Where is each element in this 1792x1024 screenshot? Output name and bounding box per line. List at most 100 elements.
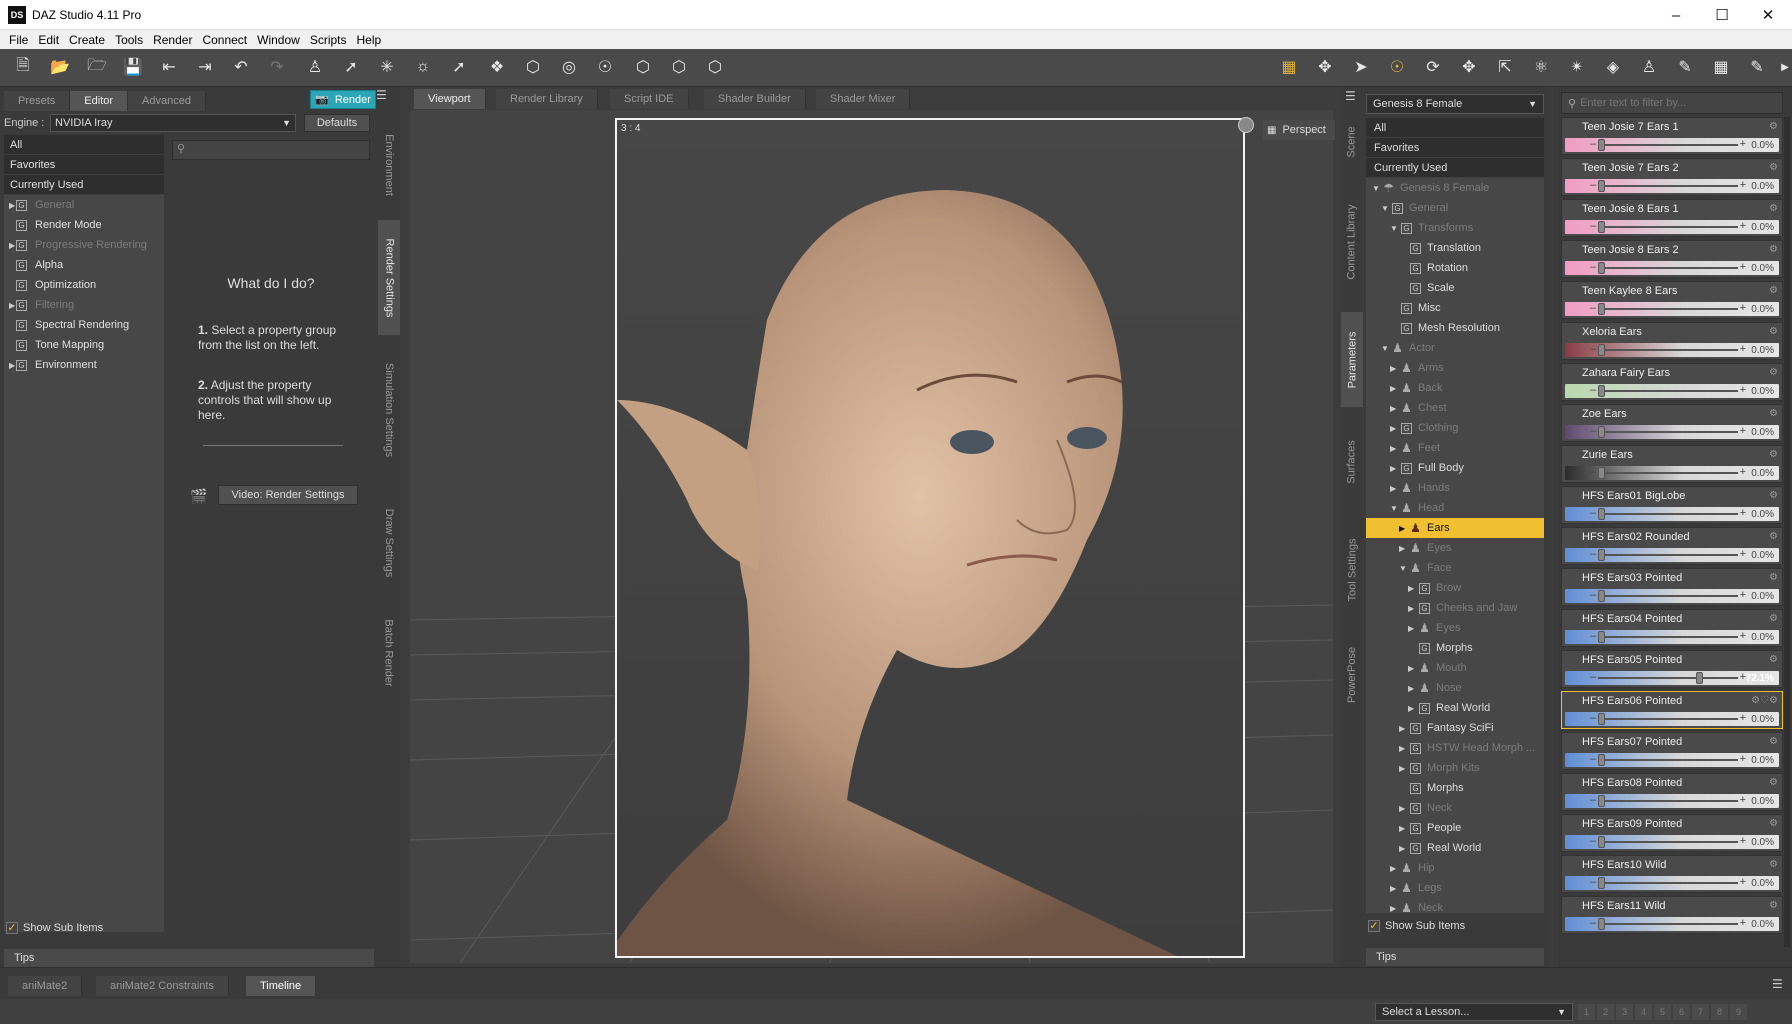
parameter-slider-teen-kaylee-8-ears[interactable]: Teen Kaylee 8 Ears – +0.0% ⚙ [1561,281,1783,319]
weight-brush-icon[interactable]: ▦ [1708,54,1734,80]
parameter-settings-icon[interactable]: ⚙ [1769,572,1778,583]
grid-tool-icon[interactable]: ▦ [1276,54,1302,80]
slider-value[interactable]: 0.0% [1751,632,1774,643]
camera-icon[interactable]: ➚ [446,54,472,80]
lesson-page-button[interactable]: 8 [1711,1004,1728,1020]
property-group-alpha[interactable]: G Alpha [4,255,164,275]
decrement-icon[interactable]: – [1590,589,1596,601]
lesson-page-button[interactable]: 7 [1692,1004,1709,1020]
cube-icon[interactable]: ⬡ [520,54,546,80]
parameter-settings-icon[interactable]: ⚙ [1769,490,1778,501]
parameter-filter-input[interactable] [1580,97,1761,109]
menu-help[interactable]: Help [352,33,387,47]
tree-item-real-world[interactable]: ▶ G Real World [1366,838,1544,858]
tree-item-neck[interactable]: ▶ G Neck [1366,798,1544,818]
slider-value[interactable]: 0.0% [1751,837,1774,848]
parameter-settings-icon[interactable]: ⚙ [1769,408,1778,419]
decrement-icon[interactable]: – [1590,548,1596,560]
parameter-slider-teen-josie-7-ears-2[interactable]: Teen Josie 7 Ears 2 – +0.0% ⚙ [1561,158,1783,196]
tab-draw-settings[interactable]: Draw Settings [378,495,400,590]
property-group-environment[interactable]: ▶ G Environment [4,355,164,375]
slider-handle[interactable] [1598,836,1605,848]
render-button[interactable]: 📷 Render [310,90,376,109]
tree-item-arms[interactable]: ▶ ♟ Arms [1366,358,1544,378]
parameter-settings-icon[interactable]: ⚙ [1769,285,1778,296]
slider-track[interactable] [1598,226,1738,228]
increment-icon[interactable]: + [1740,876,1746,888]
lesson-page-button[interactable]: 2 [1597,1004,1614,1020]
slider-track[interactable] [1598,677,1738,679]
decrement-icon[interactable]: – [1590,876,1596,888]
tree-item-currently-used[interactable]: Currently Used [1366,158,1544,178]
tree-item-morphs[interactable]: G Morphs [1366,638,1544,658]
parameter-settings-icon[interactable]: ⚙ [1769,367,1778,378]
expand-arrow-icon[interactable]: ▶ [1408,584,1414,593]
render-preview-toggle-icon[interactable] [1238,117,1254,133]
parameter-slider-hfs-ears06-pointed[interactable]: HFS Ears06 Pointed – +0.0% ⚙♡⚙ [1561,691,1783,729]
tab-animate2-constraints[interactable]: aniMate2 Constraints [96,976,229,996]
increment-icon[interactable]: + [1740,917,1746,929]
slider-handle[interactable] [1598,508,1605,520]
property-group-all[interactable]: All [4,135,164,155]
open-icon[interactable]: 📂 [47,54,73,80]
slider-track[interactable] [1598,718,1738,720]
tab-render-library[interactable]: Render Library [496,89,598,109]
tab-environment[interactable]: Environment [378,115,400,215]
slider-value[interactable]: 0.0% [1751,222,1774,233]
property-group-currently-used[interactable]: Currently Used [4,175,164,195]
decrement-icon[interactable]: – [1590,220,1596,232]
parameter-slider-hfs-ears10-wild[interactable]: HFS Ears10 Wild – +0.0% ⚙ [1561,855,1783,893]
tab-animate2[interactable]: aniMate2 [8,976,83,996]
slider-handle[interactable] [1598,180,1605,192]
slider-value[interactable]: 0.0% [1751,591,1774,602]
expand-arrow-icon[interactable]: ▶ [1408,664,1414,673]
expand-arrow-icon[interactable]: ▶ [1399,844,1405,853]
expand-arrow-icon[interactable]: ▶ [9,241,15,250]
tree-item-nose[interactable]: ▶ ♟ Nose [1366,678,1544,698]
engine-select[interactable]: NVIDIA Iray ▼ [50,114,296,132]
tree-item-hands[interactable]: ▶ ♟ Hands [1366,478,1544,498]
property-group-spectral-rendering[interactable]: G Spectral Rendering [4,315,164,335]
increment-icon[interactable]: + [1740,712,1746,724]
tree-item-real-world[interactable]: ▶ G Real World [1366,698,1544,718]
decrement-icon[interactable]: – [1590,917,1596,929]
tab-content-library[interactable]: Content Library [1341,182,1363,302]
tree-item-legs[interactable]: ▶ ♟ Legs [1366,878,1544,898]
tree-item-neck[interactable]: ▶ ♟ Neck [1366,898,1544,914]
property-group-progressive-rendering[interactable]: ▶ G Progressive Rendering [4,235,164,255]
slider-track[interactable] [1598,144,1738,146]
slider-value[interactable]: 0.0% [1751,714,1774,725]
surface-selection-icon[interactable]: ◈ [1600,54,1626,80]
joint-editor-icon[interactable]: ⚛ [1528,54,1554,80]
decrement-icon[interactable]: – [1590,425,1596,437]
parameter-settings-icon[interactable]: ⚙ [1769,244,1778,255]
tab-script-ide[interactable]: Script IDE [610,89,689,109]
property-group-optimization[interactable]: G Optimization [4,275,164,295]
edit-tool-icon[interactable]: ✎ [1744,54,1770,80]
parameter-slider-hfs-ears09-pointed[interactable]: HFS Ears09 Pointed – +0.0% ⚙ [1561,814,1783,852]
decrement-icon[interactable]: – [1590,630,1596,642]
slider-track[interactable] [1598,349,1738,351]
decrement-icon[interactable]: – [1590,302,1596,314]
tree-item-hstw-head-morph[interactable]: ▶ G HSTW Head Morph ... [1366,738,1544,758]
property-group-render-mode[interactable]: G Render Mode [4,215,164,235]
lesson-page-button[interactable]: 3 [1616,1004,1633,1020]
primitive-icon[interactable]: ❖ [484,54,510,80]
sphere-icon[interactable]: ◎ [556,54,582,80]
increment-icon[interactable]: + [1740,302,1746,314]
slider-handle[interactable] [1598,467,1605,479]
tree-item-all[interactable]: All [1366,118,1544,138]
menu-create[interactable]: Create [64,33,110,47]
slider-value[interactable]: 0.0% [1751,386,1774,397]
decrement-icon[interactable]: – [1590,671,1596,683]
parameter-settings-icon[interactable]: ⚙ [1769,900,1778,911]
collapse-arrow-icon[interactable]: ▼ [1390,504,1398,513]
tree-item-brow[interactable]: ▶ G Brow [1366,578,1544,598]
tree-item-translation[interactable]: G Translation [1366,238,1544,258]
increment-icon[interactable]: + [1740,589,1746,601]
slider-track[interactable] [1598,472,1738,474]
menu-scripts[interactable]: Scripts [305,33,352,47]
expand-arrow-icon[interactable]: ▶ [1390,444,1396,453]
figure-select[interactable]: Genesis 8 Female ▼ [1366,94,1544,114]
tips-bar-right[interactable]: Tips [1366,948,1544,966]
